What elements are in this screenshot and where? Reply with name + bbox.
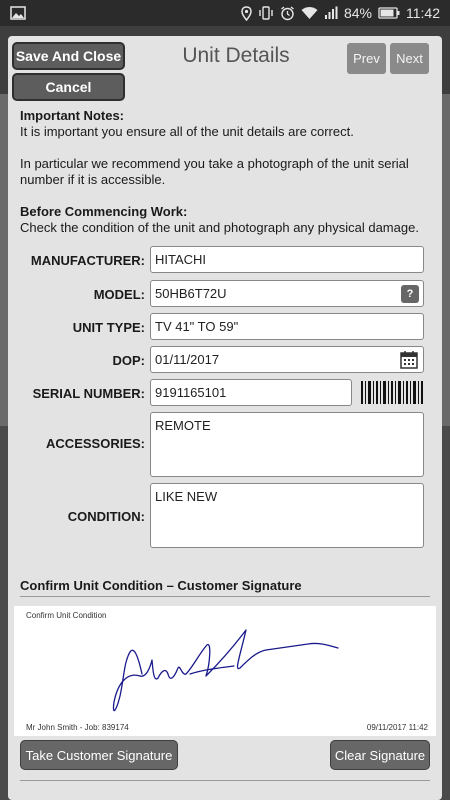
before-work-heading: Before Commencing Work: xyxy=(20,204,188,219)
wifi-icon xyxy=(301,6,318,20)
dop-row: DOP: 01/11/2017 xyxy=(8,346,442,373)
signature-customer-info: Mr John Smith - Job: 839174 xyxy=(26,723,129,732)
important-notes-line1: It is important you ensure all of the un… xyxy=(20,124,354,139)
unit-type-field[interactable]: TV 41" TO 59" xyxy=(150,313,424,340)
unit-type-label: UNIT TYPE: xyxy=(72,320,145,335)
manufacturer-row: MANUFACTURER: HITACHI xyxy=(8,246,442,273)
unit-details-dialog: Save And Close Cancel Unit Details Prev … xyxy=(8,36,442,800)
divider xyxy=(20,596,430,597)
dop-value: 01/11/2017 xyxy=(155,352,220,367)
alarm-icon xyxy=(280,5,295,21)
unit-type-row: UNIT TYPE: TV 41" TO 59" xyxy=(8,313,442,340)
condition-label: CONDITION: xyxy=(67,509,145,524)
important-notes-heading: Important Notes: xyxy=(20,108,124,123)
signature-timestamp: 09/11/2017 11:42 xyxy=(366,723,428,732)
model-value: 50HB6T72U xyxy=(155,286,227,301)
clear-signature-button[interactable]: Clear Signature xyxy=(330,740,430,770)
barcode-scan-icon[interactable] xyxy=(360,379,424,411)
accessories-label: ACCESSORIES: xyxy=(46,436,145,451)
save-and-close-button[interactable]: Save And Close xyxy=(12,42,125,70)
manufacturer-field[interactable]: HITACHI xyxy=(150,246,424,273)
status-bar: 84% 11:42 xyxy=(0,0,450,26)
battery-icon xyxy=(378,7,400,19)
before-work-line: Check the condition of the unit and phot… xyxy=(20,220,419,235)
serial-number-field[interactable]: 9191165101 xyxy=(150,379,352,406)
signal-icon xyxy=(324,6,338,20)
notes-section: Important Notes: It is important you ens… xyxy=(20,108,434,236)
model-help-button[interactable]: ? xyxy=(401,285,419,303)
important-notes-line2: In particular we recommend you take a ph… xyxy=(20,156,409,187)
model-field[interactable]: 50HB6T72U ? xyxy=(150,280,424,307)
model-row: MODEL: 50HB6T72U ? xyxy=(8,280,442,307)
dialog-title: Unit Details xyxy=(182,44,290,67)
model-label: MODEL: xyxy=(93,287,145,302)
accessories-field[interactable]: REMOTE xyxy=(150,412,424,477)
dop-label: DOP: xyxy=(112,353,146,368)
signature-section-title: Confirm Unit Condition – Customer Signat… xyxy=(20,578,302,593)
condition-field[interactable]: LIKE NEW xyxy=(150,483,424,548)
signature-pad[interactable]: Confirm Unit Condition Mr John Smith - J… xyxy=(14,606,436,736)
customer-signature xyxy=(112,629,339,712)
prev-button[interactable]: Prev xyxy=(347,43,386,74)
battery-percent: 84% xyxy=(343,5,372,21)
serial-number-row: SERIAL NUMBER: 9191165101 xyxy=(8,379,442,406)
location-icon xyxy=(241,5,252,21)
dop-field[interactable]: 01/11/2017 xyxy=(150,346,424,373)
vibrate-icon xyxy=(258,6,274,20)
divider xyxy=(20,780,430,781)
serial-number-label: SERIAL NUMBER: xyxy=(32,386,145,401)
take-customer-signature-button[interactable]: Take Customer Signature xyxy=(20,740,178,770)
image-icon xyxy=(10,6,26,20)
condition-row: CONDITION: LIKE NEW xyxy=(8,483,442,548)
clock: 11:42 xyxy=(406,5,440,21)
manufacturer-label: MANUFACTURER: xyxy=(30,253,145,268)
next-button[interactable]: Next xyxy=(390,43,429,74)
accessories-row: ACCESSORIES: REMOTE xyxy=(8,412,442,477)
cancel-button[interactable]: Cancel xyxy=(12,73,125,101)
calendar-icon[interactable] xyxy=(399,350,419,373)
